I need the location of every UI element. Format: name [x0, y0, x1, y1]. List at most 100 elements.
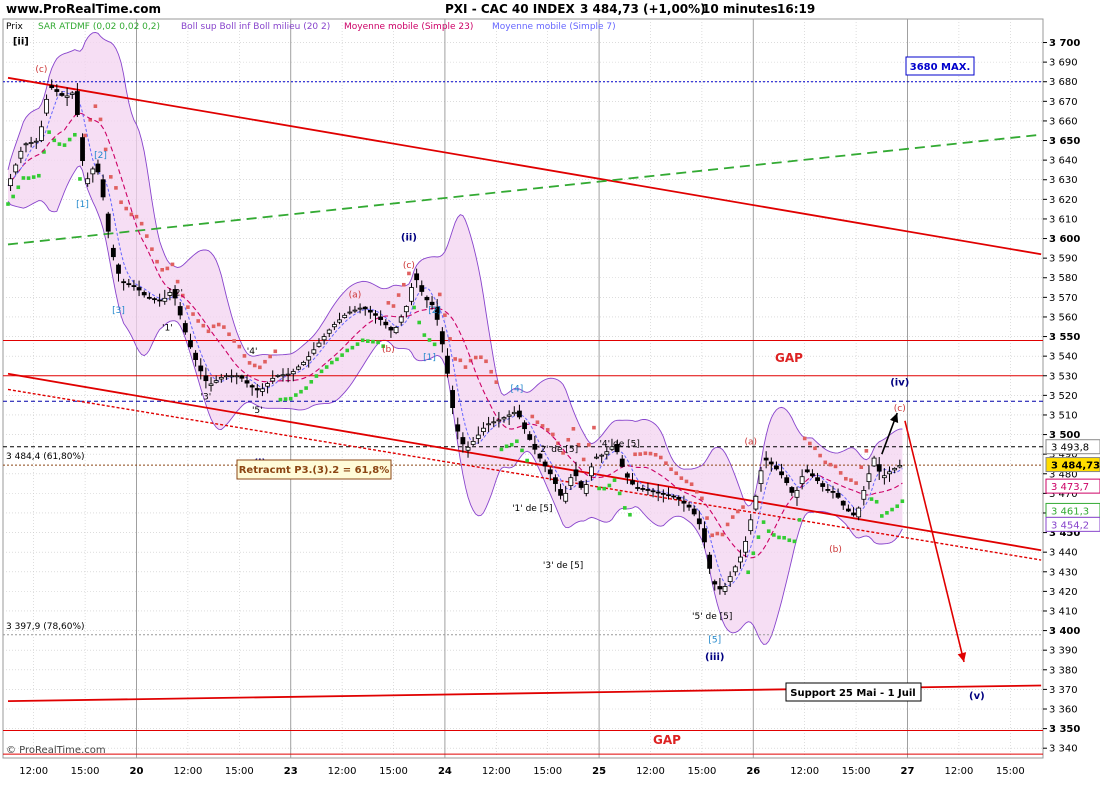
- x-tick-label: 25: [592, 766, 606, 777]
- y-tick-label: 3 370: [1049, 685, 1078, 696]
- y-tick-label: 3 560: [1049, 312, 1078, 323]
- sar-dot: [139, 221, 144, 226]
- y-tick-label: 3 410: [1049, 606, 1078, 617]
- wave-label: '1' de [5]: [512, 504, 552, 514]
- wave-label: [2]: [428, 306, 441, 316]
- candle-body: [337, 319, 342, 323]
- sar-dot: [751, 551, 756, 556]
- candle-body: [208, 383, 214, 386]
- sar-dot: [592, 425, 596, 430]
- candle-body: [388, 327, 394, 331]
- sar-dot: [612, 478, 617, 482]
- candle-body: [876, 464, 882, 472]
- sar-dot: [170, 262, 175, 267]
- sar-dot: [571, 427, 576, 431]
- candle-body: [177, 306, 183, 316]
- sar-dot: [263, 359, 267, 364]
- candle-body: [743, 540, 748, 553]
- candle-body: [532, 443, 538, 450]
- candle-body: [280, 374, 286, 377]
- candle-body: [881, 475, 887, 479]
- candle-body: [738, 556, 743, 563]
- x-tick-label: 26: [746, 766, 760, 777]
- y-tick-label: 3 400: [1049, 626, 1080, 637]
- sar-dot: [766, 529, 771, 533]
- wave-label: '2' de [5]: [538, 445, 578, 455]
- candle-body: [347, 311, 353, 314]
- sar-dot: [669, 467, 673, 472]
- candle-body: [105, 213, 111, 232]
- site-label[interactable]: www.ProRealTime.com: [6, 2, 161, 16]
- candle-body: [270, 377, 276, 382]
- sar-dot: [494, 380, 499, 384]
- sar-dot: [617, 491, 622, 496]
- wave-label: (c): [403, 261, 415, 271]
- sar-dot: [746, 570, 750, 575]
- candle-body: [568, 477, 574, 486]
- sar-dot: [150, 247, 154, 251]
- candle-body: [588, 466, 594, 477]
- candle-body: [825, 489, 831, 491]
- x-tick-label: 12:00: [173, 766, 202, 777]
- candle-body: [784, 477, 790, 483]
- x-tick-label: 12:00: [790, 766, 819, 777]
- sar-dot: [340, 353, 344, 357]
- sar-dot: [715, 531, 720, 536]
- candle-body: [39, 126, 44, 141]
- candle-body: [547, 469, 553, 475]
- candle-body: [799, 476, 805, 484]
- sar-dot: [57, 142, 62, 146]
- sar-dot: [535, 420, 540, 425]
- candle-body: [820, 483, 826, 487]
- x-tick-label: 20: [130, 766, 144, 777]
- candle-body: [265, 383, 270, 387]
- candle-body: [301, 361, 306, 366]
- candle-body: [306, 356, 312, 361]
- wave-label: [1]: [423, 353, 436, 363]
- fib618-label: 3 484,4 (61,80%): [6, 452, 85, 462]
- sar-dot: [520, 448, 524, 453]
- sar-dot: [309, 380, 314, 384]
- candle-body: [188, 340, 193, 348]
- candle-body: [116, 264, 121, 274]
- wave-label: '5': [252, 406, 263, 416]
- sar-dot: [772, 533, 776, 537]
- sar-dot: [623, 506, 627, 510]
- sar-dot: [823, 460, 828, 465]
- sar-dot: [330, 360, 334, 365]
- y-value-label: 3 454,2: [1051, 520, 1089, 531]
- candle-body: [23, 143, 29, 146]
- candle-body: [630, 480, 635, 485]
- candle-body: [517, 410, 522, 418]
- sar-dot: [859, 465, 864, 469]
- interval-label: 10 minutes: [702, 2, 778, 16]
- candle-body: [753, 495, 759, 510]
- sar-dot: [499, 447, 504, 452]
- y-tick-label: 3 670: [1049, 97, 1078, 108]
- candle-body: [352, 309, 358, 312]
- sar-dot: [155, 259, 159, 264]
- candle-body: [28, 142, 34, 144]
- sar-dot: [144, 234, 149, 238]
- sar-dot: [473, 355, 478, 360]
- sar-dot: [602, 486, 607, 491]
- sar-dot: [391, 304, 396, 308]
- candle-body: [748, 519, 754, 532]
- x-tick-label: 15:00: [533, 766, 562, 777]
- y-value-label: 3 484,73: [1051, 461, 1100, 472]
- candle-body: [141, 292, 147, 296]
- candle-body: [481, 427, 486, 433]
- candle-body: [182, 323, 188, 333]
- sar-dot: [366, 339, 370, 343]
- candle-body: [676, 496, 682, 500]
- candle-body: [316, 342, 322, 347]
- y-value-label: 3 493,8: [1051, 443, 1089, 454]
- candle-body: [362, 306, 368, 310]
- sar-dot: [833, 464, 838, 469]
- sar-dot: [797, 518, 802, 522]
- candle-body: [655, 491, 661, 494]
- sar-dot: [756, 535, 761, 539]
- sar-dot: [633, 452, 637, 457]
- candle-body: [871, 457, 877, 467]
- candle-body: [162, 297, 168, 302]
